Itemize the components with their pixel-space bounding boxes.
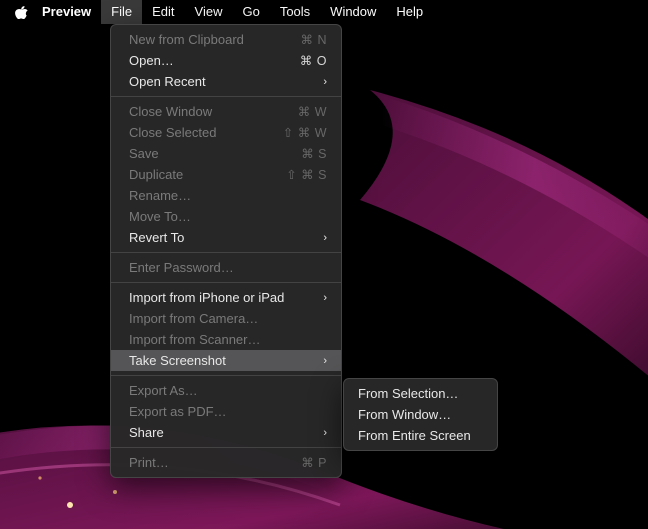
file-menu-open[interactable]: Open…⌘ O [111, 50, 341, 71]
file-menu-print: Print…⌘ P [111, 452, 341, 473]
menu-separator [111, 96, 341, 97]
file-menu-dropdown: New from Clipboard⌘ NOpen…⌘ OOpen Recent… [110, 24, 342, 478]
screenshot-from-window[interactable]: From Window… [344, 404, 497, 425]
menu-item-label: Open… [129, 53, 300, 68]
file-menu-import-from-iphone-or-ipad[interactable]: Import from iPhone or iPad› [111, 287, 341, 308]
file-menu-share[interactable]: Share› [111, 422, 341, 443]
file-menu-import-from-camera: Import from Camera… [111, 308, 341, 329]
menu-view[interactable]: View [185, 0, 233, 24]
menu-edit[interactable]: Edit [142, 0, 184, 24]
menu-item-shortcut: ⌘ N [301, 32, 328, 47]
apple-logo-icon[interactable] [12, 5, 32, 19]
menu-item-label: Import from Camera… [129, 311, 327, 326]
file-menu-take-screenshot[interactable]: Take Screenshot› [111, 350, 341, 371]
menu-item-label: Move To… [129, 209, 327, 224]
menu-help[interactable]: Help [386, 0, 433, 24]
file-menu-export-as-pdf: Export as PDF… [111, 401, 341, 422]
menu-item-label: Share [129, 425, 315, 440]
menu-item-shortcut: ⌘ W [298, 104, 327, 119]
file-menu-close-window: Close Window⌘ W [111, 101, 341, 122]
file-menu-export-as: Export As… [111, 380, 341, 401]
menu-item-label: Export as PDF… [129, 404, 327, 419]
menu-item-label: Duplicate [129, 167, 286, 182]
menu-item-label: Save [129, 146, 301, 161]
chevron-right-icon: › [315, 232, 327, 244]
menu-item-shortcut: ⌘ O [300, 53, 327, 68]
file-menu-save: Save⌘ S [111, 143, 341, 164]
file-menu-move-to: Move To… [111, 206, 341, 227]
menubar: Preview FileEditViewGoToolsWindowHelp [0, 0, 648, 24]
file-menu-enter-password: Enter Password… [111, 257, 341, 278]
menu-item-label: Print… [129, 455, 301, 470]
menu-item-shortcut: ⇧ ⌘ S [286, 167, 327, 182]
menu-window[interactable]: Window [320, 0, 386, 24]
menu-file[interactable]: File [101, 0, 142, 24]
file-menu-open-recent[interactable]: Open Recent› [111, 71, 341, 92]
chevron-right-icon: › [315, 292, 327, 304]
chevron-right-icon: › [315, 355, 327, 367]
chevron-right-icon: › [315, 76, 327, 88]
menu-item-label: Export As… [129, 383, 327, 398]
file-menu-rename: Rename… [111, 185, 341, 206]
take-screenshot-submenu: From Selection…From Window…From Entire S… [343, 378, 498, 451]
file-menu-close-selected: Close Selected⇧ ⌘ W [111, 122, 341, 143]
file-menu-new-from-clipboard: New from Clipboard⌘ N [111, 29, 341, 50]
menu-item-label: Revert To [129, 230, 315, 245]
menu-item-label: Close Selected [129, 125, 283, 140]
menu-item-label: Rename… [129, 188, 327, 203]
menu-item-label: Enter Password… [129, 260, 327, 275]
screenshot-from-entire-screen[interactable]: From Entire Screen [344, 425, 497, 446]
file-menu-revert-to[interactable]: Revert To› [111, 227, 341, 248]
menu-separator [111, 447, 341, 448]
menu-separator [111, 252, 341, 253]
menu-separator [111, 375, 341, 376]
menu-item-shortcut: ⌘ S [301, 146, 327, 161]
app-name[interactable]: Preview [32, 0, 101, 24]
menu-item-label: New from Clipboard [129, 32, 301, 47]
menu-separator [111, 282, 341, 283]
menu-item-label: Import from iPhone or iPad [129, 290, 315, 305]
menu-tools[interactable]: Tools [270, 0, 320, 24]
menu-item-label: Take Screenshot [129, 353, 315, 368]
file-menu-duplicate: Duplicate⇧ ⌘ S [111, 164, 341, 185]
menu-item-shortcut: ⇧ ⌘ W [283, 125, 327, 140]
menu-item-label: Open Recent [129, 74, 315, 89]
menu-item-label: Close Window [129, 104, 298, 119]
file-menu-import-from-scanner: Import from Scanner… [111, 329, 341, 350]
screenshot-from-selection[interactable]: From Selection… [344, 383, 497, 404]
menu-item-label: Import from Scanner… [129, 332, 327, 347]
chevron-right-icon: › [315, 427, 327, 439]
menu-go[interactable]: Go [232, 0, 269, 24]
menu-item-shortcut: ⌘ P [301, 455, 327, 470]
